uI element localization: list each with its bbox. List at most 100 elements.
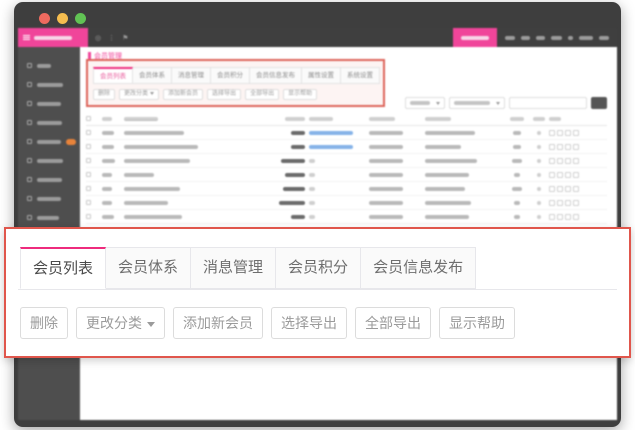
topbar-link[interactable] <box>551 36 562 40</box>
member-name[interactable] <box>124 201 168 205</box>
row-action-icon[interactable] <box>565 130 571 136</box>
row-checkbox[interactable] <box>86 214 91 219</box>
sidebar-item-icon <box>27 215 32 220</box>
row-action-icon[interactable] <box>565 144 571 150</box>
row-action-icon[interactable] <box>573 144 579 150</box>
export-all-button[interactable]: 全部导出 <box>355 307 431 339</box>
row-action-icon[interactable] <box>557 130 563 136</box>
sidebar-item[interactable] <box>18 189 80 208</box>
member-name[interactable] <box>124 159 190 163</box>
topbar-primary-button[interactable] <box>453 28 497 47</box>
change-category-button[interactable]: 更改分类 <box>119 89 159 100</box>
member-name[interactable] <box>124 215 182 219</box>
sidebar-item[interactable] <box>18 113 80 132</box>
row-action-icon[interactable] <box>549 130 555 136</box>
row-action-icon[interactable] <box>573 200 579 206</box>
member-name[interactable] <box>124 145 198 149</box>
row-action-icon[interactable] <box>549 144 555 150</box>
member-name[interactable] <box>124 187 180 191</box>
sidebar-item-members-active[interactable] <box>18 132 80 151</box>
row-checkbox[interactable] <box>86 144 91 149</box>
sidebar-item[interactable] <box>18 94 80 113</box>
change-category-button[interactable]: 更改分类 <box>76 307 165 339</box>
tab-system-settings[interactable]: 系统设置 <box>341 67 380 84</box>
topbar-link[interactable] <box>536 36 545 40</box>
show-help-button[interactable]: 显示帮助 <box>439 307 515 339</box>
row-action-icon[interactable] <box>549 172 555 178</box>
row-checkbox[interactable] <box>86 200 91 205</box>
row-checkbox[interactable] <box>86 186 91 191</box>
row-action-icon[interactable] <box>557 200 563 206</box>
row-action-icon[interactable] <box>565 214 571 220</box>
row-action-icon[interactable] <box>549 200 555 206</box>
delete-button[interactable]: 删除 <box>20 307 68 339</box>
topbar-link[interactable] <box>521 36 530 40</box>
chevron-down-icon <box>496 102 500 105</box>
sidebar-item[interactable] <box>18 56 80 75</box>
search-button[interactable] <box>591 97 607 109</box>
table-row <box>86 140 607 154</box>
row-action-icon[interactable] <box>573 130 579 136</box>
topbar-link[interactable] <box>568 36 573 40</box>
export-selected-button[interactable]: 选择导出 <box>207 89 241 100</box>
refresh-icon[interactable]: ◎ <box>95 34 101 42</box>
row-action-icon[interactable] <box>565 200 571 206</box>
sidebar-item[interactable] <box>18 75 80 94</box>
sidebar-item[interactable] <box>18 151 80 170</box>
row-action-icon[interactable] <box>565 158 571 164</box>
row-action-icon[interactable] <box>549 214 555 220</box>
row-action-icon[interactable] <box>573 214 579 220</box>
tab-member-list[interactable]: 会员列表 <box>93 67 133 84</box>
sidebar-item[interactable] <box>18 170 80 189</box>
member-name[interactable] <box>124 173 154 177</box>
tab-member-points[interactable]: 会员积分 <box>211 67 250 84</box>
tab-member-list[interactable]: 会员列表 <box>20 247 106 289</box>
row-action-icon[interactable] <box>565 172 571 178</box>
sidebar-item[interactable] <box>18 208 80 227</box>
tab-member-info-publish[interactable]: 会员信息发布 <box>250 67 302 84</box>
brand-logo[interactable] <box>18 28 88 47</box>
row-action-icon[interactable] <box>557 158 563 164</box>
export-selected-button[interactable]: 选择导出 <box>271 307 347 339</box>
delete-button[interactable]: 删除 <box>93 89 115 100</box>
row-action-icon[interactable] <box>573 186 579 192</box>
topbar-link[interactable] <box>579 36 593 40</box>
member-link[interactable] <box>309 145 353 149</box>
sortable-column-header[interactable] <box>124 117 158 121</box>
add-member-button[interactable]: 添加新会员 <box>173 307 263 339</box>
maximize-window-button[interactable] <box>75 13 86 24</box>
tab-member-system[interactable]: 会员体系 <box>133 67 172 84</box>
tab-message-management[interactable]: 消息管理 <box>172 67 211 84</box>
row-action-icon[interactable] <box>557 214 563 220</box>
tab-member-system[interactable]: 会员体系 <box>106 247 191 289</box>
row-checkbox[interactable] <box>86 158 91 163</box>
topbar-link[interactable] <box>505 36 515 40</box>
tab-attribute-settings[interactable]: 属性设置 <box>302 67 341 84</box>
row-action-icon[interactable] <box>573 172 579 178</box>
row-action-icon[interactable] <box>549 186 555 192</box>
tab-member-points[interactable]: 会员积分 <box>276 247 361 289</box>
row-action-icon[interactable] <box>565 186 571 192</box>
close-window-button[interactable] <box>39 13 50 24</box>
row-action-icon[interactable] <box>573 158 579 164</box>
search-input[interactable] <box>509 97 587 109</box>
sort-filter-select[interactable] <box>449 97 505 109</box>
export-all-button[interactable]: 全部导出 <box>245 89 279 100</box>
tab-message-management[interactable]: 消息管理 <box>191 247 276 289</box>
minimize-window-button[interactable] <box>57 13 68 24</box>
member-name[interactable] <box>124 131 184 135</box>
show-help-button[interactable]: 显示帮助 <box>283 89 317 100</box>
group-filter-select[interactable] <box>405 97 445 109</box>
flag-icon[interactable]: ⚑ <box>122 34 128 42</box>
topbar-link[interactable] <box>599 36 609 40</box>
select-all-checkbox[interactable] <box>86 116 91 121</box>
tab-member-info-publish[interactable]: 会员信息发布 <box>361 247 476 289</box>
row-action-icon[interactable] <box>557 144 563 150</box>
row-checkbox[interactable] <box>86 172 91 177</box>
row-action-icon[interactable] <box>557 172 563 178</box>
member-link[interactable] <box>309 131 353 135</box>
row-action-icon[interactable] <box>549 158 555 164</box>
row-checkbox[interactable] <box>86 130 91 135</box>
add-member-button[interactable]: 添加新会员 <box>163 89 203 100</box>
row-action-icon[interactable] <box>557 186 563 192</box>
